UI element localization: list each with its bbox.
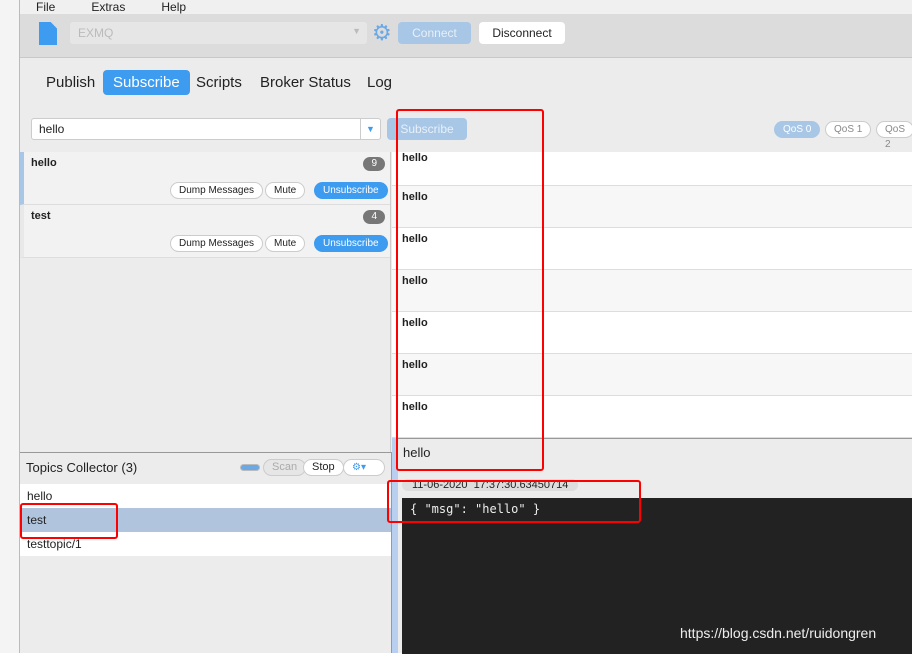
qos1-button[interactable]: QoS 1	[825, 121, 872, 138]
menu-bar: File Extras Help	[20, 0, 912, 14]
dump-messages-button[interactable]: Dump Messages	[170, 235, 264, 252]
message-count-badge: 9	[363, 157, 385, 171]
watermark: https://blog.csdn.net/ruidongren	[680, 625, 877, 641]
subscription-item[interactable]: test 4 Dump Messages Mute Unsubscribe	[20, 205, 390, 258]
tab-publish[interactable]: Publish	[36, 70, 105, 95]
background-window	[0, 0, 20, 653]
scan-button[interactable]: Scan	[263, 459, 307, 476]
qos2-button[interactable]: QoS 2	[876, 121, 912, 150]
connection-select[interactable]: EXMQ ▼	[70, 22, 367, 44]
unsubscribe-button[interactable]: Unsubscribe	[314, 235, 388, 252]
topics-collector: Topics Collector (3) Scan Stop ⚙▾ hello …	[20, 452, 392, 653]
settings-dropdown-icon[interactable]: ⚙▾	[343, 459, 385, 476]
annotation-box	[387, 480, 641, 523]
connect-button[interactable]: Connect	[398, 22, 471, 44]
dump-messages-button[interactable]: Dump Messages	[170, 182, 264, 199]
chevron-down-icon: ▼	[352, 26, 361, 36]
subscription-list: hello 9 Dump Messages Mute Unsubscribe t…	[20, 152, 391, 452]
mute-button[interactable]: Mute	[265, 182, 306, 199]
toggle-icon[interactable]	[240, 464, 260, 471]
subscription-topic: hello	[31, 157, 57, 169]
connection-value: EXMQ	[78, 26, 114, 40]
file-icon	[39, 22, 57, 45]
unsubscribe-button[interactable]: Unsubscribe	[314, 182, 388, 199]
collector-title: Topics Collector (3)	[26, 460, 138, 475]
qos0-button[interactable]: QoS 0	[774, 121, 821, 138]
mute-button[interactable]: Mute	[265, 235, 306, 252]
subscription-item[interactable]: hello 9 Dump Messages Mute Unsubscribe	[20, 152, 390, 205]
message-count-badge: 4	[363, 210, 385, 224]
menu-file[interactable]: File	[36, 0, 55, 14]
menu-extras[interactable]: Extras	[91, 0, 125, 14]
tab-broker-status[interactable]: Broker Status	[250, 70, 361, 95]
chevron-down-icon[interactable]: ▼	[360, 119, 380, 139]
tab-subscribe[interactable]: Subscribe	[103, 70, 190, 95]
tab-scripts[interactable]: Scripts	[186, 70, 252, 95]
toolbar: EXMQ ▼ ⚙ Connect Disconnect	[20, 14, 912, 58]
disconnect-button[interactable]: Disconnect	[479, 22, 565, 44]
topic-input[interactable]: hello ▼	[31, 118, 381, 140]
menu-help[interactable]: Help	[161, 0, 186, 14]
stop-button[interactable]: Stop	[303, 459, 344, 476]
annotation-box	[396, 109, 544, 471]
annotation-box	[20, 503, 118, 539]
gear-icon[interactable]: ⚙	[372, 20, 392, 46]
topic-value: hello	[39, 122, 65, 136]
tab-log[interactable]: Log	[357, 70, 402, 95]
subscription-topic: test	[31, 210, 51, 222]
